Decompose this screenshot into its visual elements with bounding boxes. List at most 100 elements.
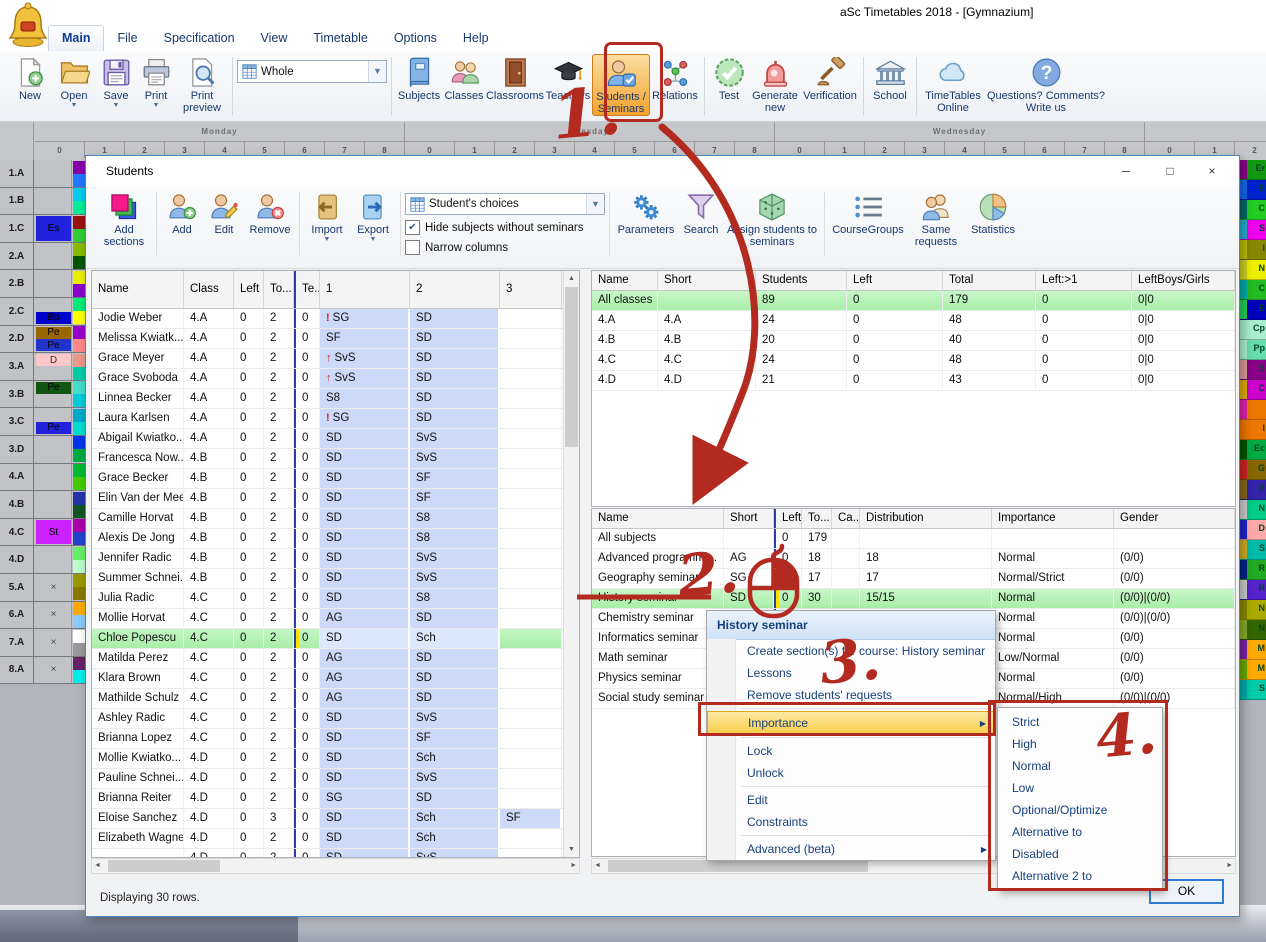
student-row[interactable]: Mathilde Schulz4.C020AGSD	[92, 689, 564, 709]
seminar-row[interactable]: History seminarSD03015/15Normal(0/0)|(0/…	[592, 589, 1235, 609]
tab-timetable[interactable]: Timetable	[300, 26, 380, 51]
column-header[interactable]: Left	[234, 271, 264, 308]
menu-item-unlock[interactable]: Unlock	[707, 762, 995, 784]
column-header[interactable]: 1	[320, 271, 410, 308]
add-sections-button[interactable]: Add sections	[96, 190, 152, 248]
chevron-down-icon[interactable]: ▼	[368, 61, 386, 82]
student-row[interactable]: Pauline Schnei...4.D020SDSvS	[92, 769, 564, 789]
edit-student-button[interactable]: Edit	[203, 190, 245, 236]
subjects-button[interactable]: Subjects	[396, 54, 442, 102]
column-header[interactable]: Name	[592, 271, 658, 290]
close-icon[interactable]: ×	[1195, 161, 1229, 181]
column-header[interactable]: Left:>1	[1036, 271, 1132, 290]
column-header[interactable]: Importance	[992, 509, 1114, 528]
student-row[interactable]: Francesca Now...4.B020SDSvS	[92, 449, 564, 469]
student-row[interactable]: Jodie Weber4.A020!SGSD	[92, 309, 564, 329]
submenu-item-optional-optimize[interactable]: Optional/Optimize	[998, 799, 1162, 821]
statistics-button[interactable]: Statistics	[965, 190, 1021, 236]
column-header[interactable]: Name	[92, 271, 184, 308]
menu-item-importance[interactable]: Importance▶	[707, 711, 995, 735]
seminar-row[interactable]: All subjects0179	[592, 529, 1235, 549]
search-button[interactable]: Search	[678, 190, 724, 236]
column-header[interactable]: Gender	[1114, 509, 1235, 528]
submenu-item-normal[interactable]: Normal	[998, 755, 1162, 777]
classrooms-button[interactable]: Classrooms	[486, 54, 544, 102]
generate-button[interactable]: Generate new	[749, 54, 801, 114]
menu-item-edit[interactable]: Edit	[707, 789, 995, 811]
coursegroups-button[interactable]: CourseGroups	[829, 190, 907, 236]
student-row[interactable]: Summer Schnei...4.B020SDSvS	[92, 569, 564, 589]
student-row[interactable]: Grace Becker4.B020SDSF	[92, 469, 564, 489]
class-row[interactable]: 4.B4.B2004000|0	[592, 331, 1235, 351]
student-row[interactable]: Elizabeth Wagner4.D020SDSch	[92, 829, 564, 849]
student-row[interactable]: Melissa Kwiatk...4.A020SFSD	[92, 329, 564, 349]
student-row[interactable]: Ashley Radic4.C020SDSvS	[92, 709, 564, 729]
seminar-row[interactable]: Advanced programmi...AG01818Normal(0/0)	[592, 549, 1235, 569]
tab-help[interactable]: Help	[450, 26, 502, 51]
student-row[interactable]: Grace Meyer4.A020↑SvSSD	[92, 349, 564, 369]
student-row[interactable]: Matilda Perez4.C020AGSD	[92, 649, 564, 669]
student-row[interactable]: Elin Van der Meer4.B020SDSF	[92, 489, 564, 509]
student-row[interactable]: Camille Horvat4.B020SDS8	[92, 509, 564, 529]
maximize-icon[interactable]: □	[1153, 161, 1187, 181]
students-button[interactable]: Students / Seminars	[592, 54, 650, 116]
export-button[interactable]: Export▼	[350, 190, 396, 244]
menu-item-lessons[interactable]: Lessons	[707, 662, 995, 684]
student-row[interactable]: Brianna Lopez4.C020SDSF	[92, 729, 564, 749]
submenu-item-strict[interactable]: Strict	[998, 711, 1162, 733]
class-row[interactable]: 4.A4.A2404800|0	[592, 311, 1235, 331]
column-header[interactable]: Total	[943, 271, 1036, 290]
submenu-item-high[interactable]: High	[998, 733, 1162, 755]
tab-options[interactable]: Options	[381, 26, 450, 51]
minimize-icon[interactable]: ─	[1109, 161, 1143, 181]
menu-item-remove-students-requests[interactable]: Remove students' requests	[707, 684, 995, 706]
menu-item-advanced-beta[interactable]: Advanced (beta)▶	[707, 838, 995, 860]
student-row[interactable]: Chloe Popescu4.C020SDSch	[92, 629, 564, 649]
teachers-button[interactable]: Teachers	[544, 54, 592, 102]
column-header[interactable]: Ca...	[832, 509, 860, 528]
verification-button[interactable]: Verification	[801, 54, 859, 102]
submenu-item-low[interactable]: Low	[998, 777, 1162, 799]
student-row[interactable]: Jennifer Radic4.B020SDSvS	[92, 549, 564, 569]
menu-item-lock[interactable]: Lock	[707, 740, 995, 762]
remove-student-button[interactable]: Remove	[245, 190, 295, 236]
student-row[interactable]: 4.D020SDSvS	[92, 849, 564, 858]
students-table-vscrollbar[interactable]: ▲▼	[563, 271, 579, 857]
menu-item-constraints[interactable]: Constraints	[707, 811, 995, 833]
same-requests-button[interactable]: Same requests	[907, 190, 965, 248]
submenu-item-alternative-2-to[interactable]: Alternative 2 to	[998, 865, 1162, 887]
student-choices-select[interactable]: Student's choices ▼	[405, 193, 605, 215]
column-header[interactable]: Te...	[294, 271, 320, 308]
narrow-columns-checkbox[interactable]: Narrow columns	[405, 240, 605, 255]
column-header[interactable]: 3	[500, 271, 562, 308]
print-button[interactable]: Print▼	[136, 54, 176, 110]
class-row[interactable]: 4.D4.D2104300|0	[592, 371, 1235, 391]
student-row[interactable]: Klara Brown4.C020AGSD	[92, 669, 564, 689]
column-header[interactable]: To...	[802, 509, 832, 528]
tab-main[interactable]: Main	[48, 25, 104, 51]
import-button[interactable]: Import▼	[304, 190, 350, 244]
student-row[interactable]: Linnea Becker4.A020S8SD	[92, 389, 564, 409]
tab-file[interactable]: File	[104, 26, 150, 51]
online-button[interactable]: TimeTables Online	[921, 54, 985, 114]
students-table-hscrollbar[interactable]: ◄►	[91, 858, 580, 874]
test-button[interactable]: Test	[709, 54, 749, 102]
school-button[interactable]: School	[868, 54, 912, 102]
app-logo-bell-icon[interactable]	[8, 1, 48, 49]
view-selector[interactable]: Whole▼	[237, 60, 387, 83]
tab-specification[interactable]: Specification	[151, 26, 248, 51]
student-row[interactable]: Abigail Kwiatko...4.A020SDSvS	[92, 429, 564, 449]
column-header[interactable]: Left	[847, 271, 943, 290]
student-row[interactable]: Laura Karlsen4.A020!SGSD	[92, 409, 564, 429]
student-row[interactable]: Brianna Reiter4.D020SGSD	[92, 789, 564, 809]
class-row[interactable]: All classes89017900|0	[592, 291, 1235, 311]
column-header[interactable]: Short	[724, 509, 774, 528]
seminar-row[interactable]: Geography seminarSG01717Normal/Strict(0/…	[592, 569, 1235, 589]
classes-button[interactable]: Classes	[442, 54, 486, 102]
chevron-down-icon[interactable]: ▼	[586, 194, 604, 214]
tab-view[interactable]: View	[248, 26, 301, 51]
questions-button[interactable]: ?Questions? Comments? Write us	[985, 54, 1107, 114]
column-header[interactable]: LeftBoys/Girls	[1132, 271, 1235, 290]
new-button[interactable]: New	[8, 54, 52, 102]
save-button[interactable]: Save▼	[96, 54, 136, 110]
